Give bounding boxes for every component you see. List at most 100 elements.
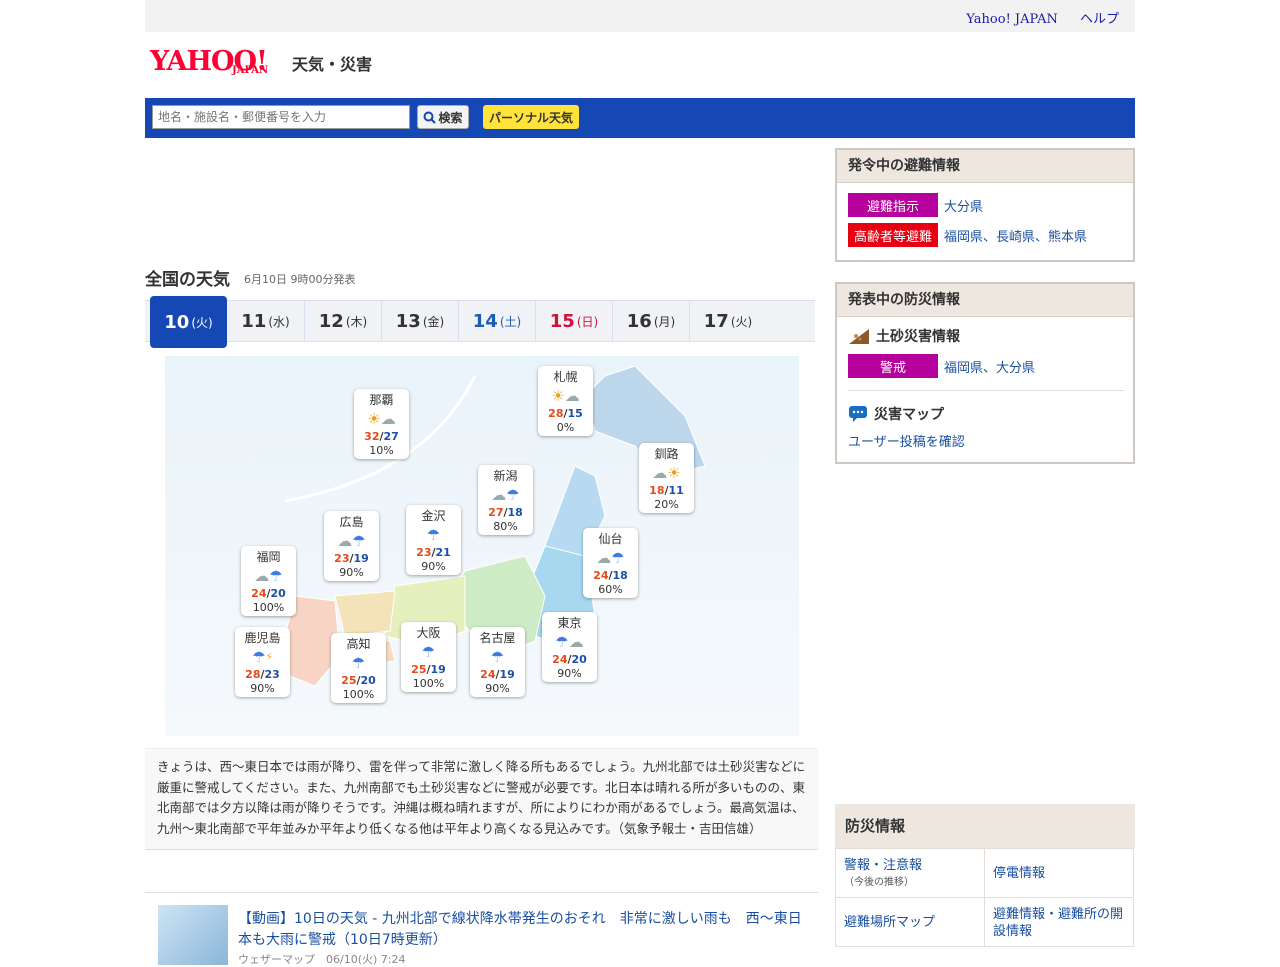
evacuation-info-box: 発令中の避難情報 避難指示 大分県 高齢者等避難 福岡県、長崎県、熊本県 bbox=[835, 148, 1135, 262]
warning-advisory-link[interactable]: 警報・注意報 （今後の推移） bbox=[835, 848, 985, 898]
search-button[interactable]: 検索 bbox=[417, 105, 469, 129]
temp-high: 28 bbox=[245, 668, 261, 681]
link-label: 避難情報・避難所の開設情報 bbox=[993, 907, 1124, 939]
city-card-sapporo[interactable]: 札幌 ☀ ☁ 28/15 0% bbox=[538, 366, 593, 436]
tab-day-15[interactable]: 15 (日) bbox=[535, 301, 612, 341]
temp-low: 19 bbox=[430, 663, 446, 676]
evacuation-row[interactable]: 避難指示 大分県 bbox=[848, 193, 983, 217]
umbrella-cloud-icon: ☂ ☁ bbox=[555, 633, 584, 651]
umbrella-icon: ☂ bbox=[421, 643, 436, 661]
city-name: 大阪 bbox=[416, 626, 441, 640]
city-name: 鹿児島 bbox=[244, 631, 281, 645]
japan-weather-map: 札幌 ☀ ☁ 28/15 0% 那覇 ☀ ☁ 32/27 10% 釧路 ☁ ☀ 18/… bbox=[165, 356, 799, 736]
city-name: 名古屋 bbox=[479, 631, 516, 645]
tab-day: 16 bbox=[626, 310, 652, 332]
tab-day-12[interactable]: 12 (木) bbox=[304, 301, 381, 341]
temp-high: 24 bbox=[593, 569, 609, 582]
precip-chance: 100% bbox=[252, 601, 285, 614]
yahoo-japan-link[interactable]: Yahoo! JAPAN bbox=[966, 12, 1058, 27]
temp-low: 11 bbox=[668, 484, 684, 497]
city-card-osaka[interactable]: 大阪 ☂ 25/19 100% bbox=[401, 622, 456, 692]
city-name: 高知 bbox=[346, 637, 371, 651]
temp-high: 28 bbox=[548, 407, 564, 420]
tab-day-16[interactable]: 16 (月) bbox=[612, 301, 689, 341]
city-name: 那覇 bbox=[369, 393, 394, 407]
help-link[interactable]: ヘルプ bbox=[1080, 12, 1119, 27]
temp-high: 27 bbox=[488, 506, 504, 519]
city-name: 広島 bbox=[339, 515, 364, 529]
city-card-hiroshima[interactable]: 広島 ☁ ☂ 23/19 90% bbox=[324, 511, 379, 581]
news-item[interactable]: 【動画】10日の天気 - 九州北部で線状降水帯発生のおそれ 非常に激しい雨も 西… bbox=[145, 892, 818, 966]
precip-chance: 100% bbox=[342, 688, 375, 701]
sun-cloud-icon: ☀ ☁ bbox=[367, 410, 396, 428]
temp-high: 24 bbox=[552, 653, 568, 666]
tab-day: 10 bbox=[164, 311, 190, 333]
divider bbox=[848, 390, 1124, 391]
link-label: 警報・注意報 bbox=[844, 858, 923, 873]
tab-dow: (水) bbox=[268, 314, 290, 329]
city-card-kushiro[interactable]: 釧路 ☁ ☀ 18/11 20% bbox=[639, 443, 694, 513]
city-card-naha[interactable]: 那覇 ☀ ☁ 32/27 10% bbox=[354, 389, 409, 459]
temp-low: 23 bbox=[264, 668, 280, 681]
city-card-niigata[interactable]: 新潟 ☁ ☂ 27/18 80% bbox=[478, 465, 533, 535]
issued-time: 6月10日 9時00分発表 bbox=[244, 273, 356, 286]
chat-bubble-icon bbox=[849, 406, 867, 422]
landslide-title: 土砂災害情報 bbox=[876, 329, 960, 345]
personal-weather-button[interactable]: パーソナル天気 bbox=[483, 105, 579, 129]
tab-day: 15 bbox=[549, 310, 575, 332]
temp-high: 25 bbox=[341, 674, 357, 687]
landslide-heading: 土砂災害情報 bbox=[848, 326, 960, 346]
landslide-areas[interactable]: 福岡県、大分県 bbox=[944, 357, 1035, 376]
precip-chance: 90% bbox=[421, 560, 446, 573]
precip-chance: 0% bbox=[556, 421, 575, 434]
user-posts-link[interactable]: ユーザー投稿を確認 bbox=[848, 431, 965, 450]
city-name: 仙台 bbox=[598, 532, 623, 546]
city-card-kochi[interactable]: 高知 ☂ 25/20 100% bbox=[331, 633, 386, 703]
tab-day-14[interactable]: 14 (土) bbox=[458, 301, 535, 341]
evacuation-areas[interactable]: 福岡県、長崎県、熊本県 bbox=[944, 226, 1087, 245]
city-card-fukuoka[interactable]: 福岡 ☁ ☂ 24/20 100% bbox=[241, 546, 296, 616]
temp-low: 20 bbox=[360, 674, 376, 687]
news-meta: ウェザーマップ 06/10(火) 7:24 bbox=[238, 953, 406, 966]
tab-day-17[interactable]: 17 (火) bbox=[689, 301, 766, 341]
city-name: 新潟 bbox=[493, 469, 518, 483]
link-sub: （今後の推移） bbox=[844, 877, 914, 888]
tab-day-11[interactable]: 11 (水) bbox=[227, 301, 304, 341]
disaster-map-title: 災害マップ bbox=[874, 407, 944, 423]
temp-high: 24 bbox=[251, 587, 267, 600]
tab-day: 12 bbox=[318, 310, 344, 332]
top-links: Yahoo! JAPAN ヘルプ bbox=[948, 8, 1119, 27]
shelter-info-link[interactable]: 避難情報・避難所の開設情報 bbox=[984, 897, 1134, 947]
tab-day-13[interactable]: 13 (金) bbox=[381, 301, 458, 341]
sun-cloud-icon: ☀ ☁ bbox=[551, 387, 580, 405]
evacuation-row[interactable]: 高齢者等避難 福岡県、長崎県、熊本県 bbox=[848, 223, 1087, 247]
city-card-nagoya[interactable]: 名古屋 ☂ 24/19 90% bbox=[470, 627, 525, 697]
evacuation-map-link[interactable]: 避難場所マップ bbox=[835, 897, 985, 947]
city-card-sendai[interactable]: 仙台 ☁ ☂ 24/18 60% bbox=[583, 528, 638, 598]
tab-dow: (火) bbox=[730, 314, 753, 329]
precip-chance: 10% bbox=[369, 444, 394, 457]
landslide-icon bbox=[849, 329, 869, 344]
precip-chance: 90% bbox=[339, 566, 364, 579]
landslide-row[interactable]: 警戒 福岡県、大分県 bbox=[848, 354, 1035, 378]
disaster-info-box: 発表中の防災情報 土砂災害情報 警戒 福岡県、大分県 災害マップ ユーザー投稿を… bbox=[835, 282, 1135, 464]
search-input[interactable] bbox=[152, 105, 410, 129]
power-outage-link[interactable]: 停電情報 bbox=[984, 848, 1134, 898]
link-label: 停電情報 bbox=[993, 866, 1046, 881]
news-title[interactable]: 【動画】10日の天気 - 九州北部で線状降水帯発生のおそれ 非常に激しい雨も 西… bbox=[238, 909, 808, 951]
precip-chance: 100% bbox=[412, 677, 445, 690]
temp-low: 20 bbox=[571, 653, 587, 666]
evacuation-areas[interactable]: 大分県 bbox=[944, 196, 983, 215]
cloud-umbrella-icon: ☁ ☂ bbox=[337, 532, 366, 550]
city-card-tokyo[interactable]: 東京 ☂ ☁ 24/20 90% bbox=[542, 612, 597, 682]
city-card-kagoshima[interactable]: 鹿児島 ☂ ⚡ 28/23 90% bbox=[235, 627, 290, 697]
tab-day-10[interactable]: 10 (火) bbox=[150, 296, 227, 348]
date-tabs: 10 (火) 11 (水) 12 (木) 13 (金) 14 (土) 15 (日) 16 (月… bbox=[145, 296, 815, 348]
umbrella-icon: ☂ bbox=[426, 526, 441, 544]
disaster-map-heading: 災害マップ bbox=[848, 404, 944, 424]
tab-day: 17 bbox=[703, 310, 729, 332]
bousai-title: 防災情報 bbox=[835, 804, 1135, 848]
site-logo[interactable]: YAHOO! JAPAN 天気・災害 bbox=[150, 46, 372, 77]
video-thumbnail[interactable] bbox=[158, 905, 228, 965]
city-card-kanazawa[interactable]: 金沢 ☂ 23/21 90% bbox=[406, 505, 461, 575]
